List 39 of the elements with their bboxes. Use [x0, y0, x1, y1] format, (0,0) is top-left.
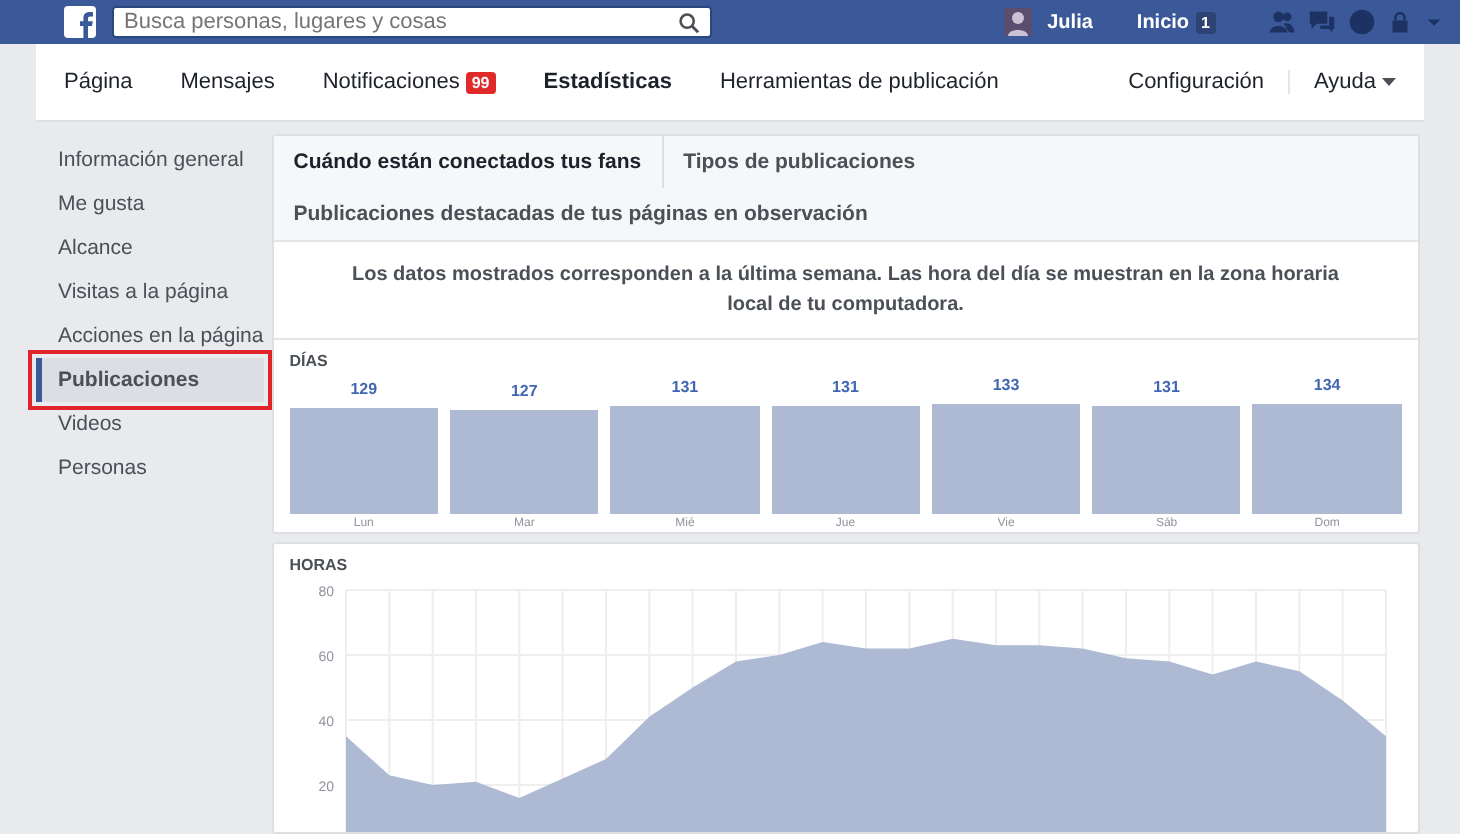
messages-icon[interactable] [1308, 8, 1336, 36]
info-text: Los datos mostrados corresponden a la última semana. Las hora del día se muestran en la zona horaria local de tu computadora. [273, 240, 1418, 340]
lock-icon[interactable] [1388, 8, 1412, 36]
settings-link[interactable]: Configuración [1128, 70, 1264, 94]
profile-link[interactable]: Julia [1047, 11, 1093, 33]
caret-icon [1382, 78, 1396, 86]
section-tab[interactable]: Tipos de publicaciones [683, 136, 936, 188]
sidebar-item[interactable]: Videos [36, 402, 264, 446]
friends-icon[interactable] [1268, 8, 1296, 36]
logo-icon[interactable] [64, 6, 96, 38]
sidebar-item[interactable]: Acciones en la página [36, 314, 264, 358]
section-tab[interactable]: Publicaciones destacadas de tus páginas en observación [293, 188, 888, 240]
page-tab[interactable]: Mensajes [180, 70, 275, 94]
page-tab[interactable]: Herramientas de publicación [719, 70, 999, 94]
search-field[interactable]: Busca personas, lugares y cosas [112, 6, 712, 38]
help-menu[interactable]: Ayuda [1288, 70, 1396, 94]
avatar-icon[interactable] [1003, 8, 1032, 36]
notification-count: 1 [1195, 11, 1216, 33]
section-title: DÍAS [287, 349, 330, 370]
sidebar-item[interactable]: Información general [36, 138, 264, 182]
page-tab[interactable]: Notificaciones 99 [322, 70, 496, 94]
data-label: 134 [1313, 376, 1341, 394]
search-icon[interactable] [678, 11, 700, 33]
sidebar-item[interactable]: Personas [36, 446, 264, 490]
data-label: 127 [510, 381, 538, 400]
page-tab[interactable]: Estadísticas [543, 70, 672, 94]
notification-count: 99 [465, 71, 496, 93]
data-label: 131 [1153, 378, 1180, 397]
data-label: 129 [350, 380, 378, 399]
data-label: 131 [671, 378, 699, 397]
home-link[interactable]: Inicio 1 [1136, 11, 1216, 33]
page-tab[interactable]: Página [64, 70, 133, 94]
data-label: 131 [832, 378, 859, 397]
sidebar-item[interactable]: Visitas a la página [36, 270, 264, 314]
sidebar-item[interactable]: Me gusta [36, 182, 264, 226]
sidebar-item[interactable]: Alcance [36, 226, 264, 270]
data-label: 133 [992, 376, 1020, 395]
section-tab[interactable]: Cuándo están conectados tus fans [293, 136, 664, 188]
section-title: HORAS [287, 554, 350, 574]
